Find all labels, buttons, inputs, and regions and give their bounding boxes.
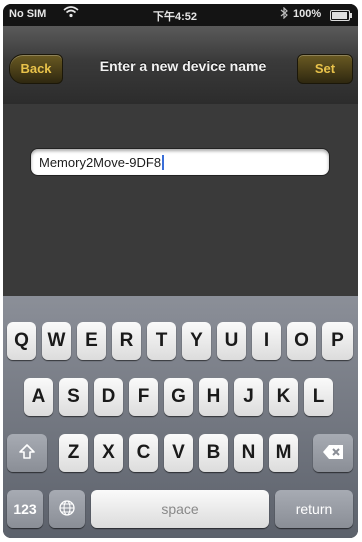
shift-icon <box>19 444 35 459</box>
key-j[interactable]: J <box>234 378 263 416</box>
device-name-value: Memory2Move-9DF8 <box>39 155 162 170</box>
globe-icon <box>59 500 75 516</box>
key-w[interactable]: W <box>42 322 71 360</box>
battery-icon <box>330 10 352 21</box>
set-button[interactable]: Set <box>297 54 353 84</box>
key-c[interactable]: C <box>129 434 158 472</box>
globe-key[interactable] <box>49 490 85 528</box>
key-i[interactable]: I <box>252 322 281 360</box>
key-f[interactable]: F <box>129 378 158 416</box>
key-l[interactable]: L <box>304 378 333 416</box>
back-button[interactable]: Back <box>9 54 63 84</box>
key-o[interactable]: O <box>287 322 316 360</box>
delete-key[interactable] <box>313 434 353 472</box>
key-t[interactable]: T <box>147 322 176 360</box>
key-y[interactable]: Y <box>182 322 211 360</box>
battery-percent: 100% <box>293 8 322 20</box>
key-u[interactable]: U <box>217 322 246 360</box>
key-s[interactable]: S <box>59 378 88 416</box>
status-bar: No SIM 下午4:52 100% <box>3 4 358 26</box>
return-key[interactable]: return <box>275 490 353 528</box>
key-a[interactable]: A <box>24 378 53 416</box>
key-r[interactable]: R <box>112 322 141 360</box>
carrier-label: No SIM <box>9 8 47 20</box>
clock: 下午4:52 <box>153 11 198 23</box>
key-g[interactable]: G <box>164 378 193 416</box>
key-q[interactable]: Q <box>7 322 36 360</box>
key-d[interactable]: D <box>94 378 123 416</box>
key-m[interactable]: M <box>269 434 298 472</box>
navigation-bar: Back Enter a new device name Set <box>3 26 358 104</box>
device-screen: No SIM 下午4:52 100% Back Enter a new devi… <box>3 4 358 538</box>
numbers-key[interactable]: 123 <box>7 490 43 528</box>
content-area: Memory2Move-9DF8 <box>3 104 358 296</box>
key-k[interactable]: K <box>269 378 298 416</box>
device-name-input[interactable]: Memory2Move-9DF8 <box>30 148 330 176</box>
space-key[interactable]: space <box>91 490 269 528</box>
key-x[interactable]: X <box>94 434 123 472</box>
shift-key[interactable] <box>7 434 47 472</box>
key-p[interactable]: P <box>322 322 353 360</box>
key-b[interactable]: B <box>199 434 228 472</box>
key-h[interactable]: H <box>199 378 228 416</box>
page-title: Enter a new device name <box>99 58 267 74</box>
key-v[interactable]: V <box>164 434 193 472</box>
key-e[interactable]: E <box>77 322 106 360</box>
keyboard: Q W E R T Y U I O P A S D F G H J K L Z … <box>3 296 358 538</box>
text-caret <box>162 155 165 170</box>
key-n[interactable]: N <box>234 434 263 472</box>
delete-icon <box>323 445 343 459</box>
wifi-icon <box>63 6 79 21</box>
key-z[interactable]: Z <box>59 434 88 472</box>
bluetooth-icon <box>280 6 288 22</box>
